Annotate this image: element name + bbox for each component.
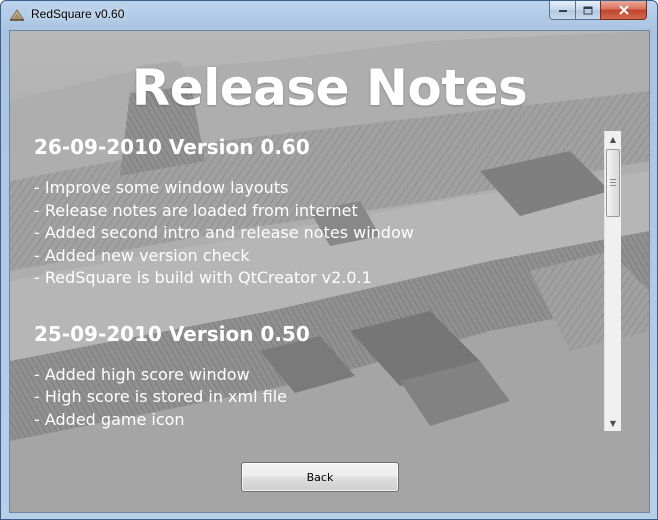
release-entry: 26-09-2010 Version 0.60 - Improve some w…: [34, 131, 604, 290]
close-icon: [618, 5, 629, 15]
release-entry: 25-09-2010 Version 0.50 - Added high sco…: [34, 318, 604, 432]
scrollbar-thumb[interactable]: [606, 149, 620, 217]
title-bar[interactable]: RedSquare v0.60: [1, 1, 657, 29]
maximize-button[interactable]: [575, 1, 601, 20]
scroll-up-button[interactable]: ▲: [605, 131, 621, 147]
release-title: 26-09-2010 Version 0.60: [34, 135, 310, 159]
minimize-button[interactable]: [549, 1, 576, 20]
close-button[interactable]: [600, 1, 647, 20]
app-icon: [10, 9, 24, 21]
thumb-grip-line: [610, 179, 616, 180]
back-button[interactable]: Back: [241, 462, 399, 492]
release-item: - RedSquare is build with QtCreator v2.0…: [34, 268, 372, 287]
release-notes-list: 26-09-2010 Version 0.60 - Improve some w…: [34, 131, 604, 431]
scroll-up-arrow-icon: ▲: [609, 134, 617, 144]
client-area: Release Notes 26-09-2010 Version 0.60 - …: [9, 30, 650, 513]
maximize-icon: [583, 6, 593, 14]
release-item: - Added second intro and release notes w…: [34, 223, 414, 242]
vertical-scrollbar[interactable]: ▲ ▼: [604, 131, 621, 431]
release-item: - Improve some window layouts: [34, 178, 289, 197]
release-item: - Added high score window: [34, 364, 250, 384]
window-title: RedSquare v0.60: [31, 7, 125, 21]
scroll-down-button[interactable]: ▼: [605, 415, 621, 431]
app-window: RedSquare v0.60 Release Notes 26-09-2010…: [0, 0, 658, 520]
page-title: Release Notes: [131, 59, 528, 117]
scroll-down-arrow-icon: ▼: [609, 418, 617, 428]
thumb-grip-line: [610, 185, 616, 186]
release-item: - Added game icon: [34, 409, 185, 429]
release-item: - Added new version check: [34, 245, 250, 265]
minimize-icon: [558, 10, 567, 12]
release-item: - High score is stored in xml file: [34, 387, 287, 406]
release-title: 25-09-2010 Version 0.50: [34, 321, 310, 346]
release-item: - Release notes are loaded from internet: [34, 200, 358, 220]
thumb-grip-line: [610, 182, 616, 183]
